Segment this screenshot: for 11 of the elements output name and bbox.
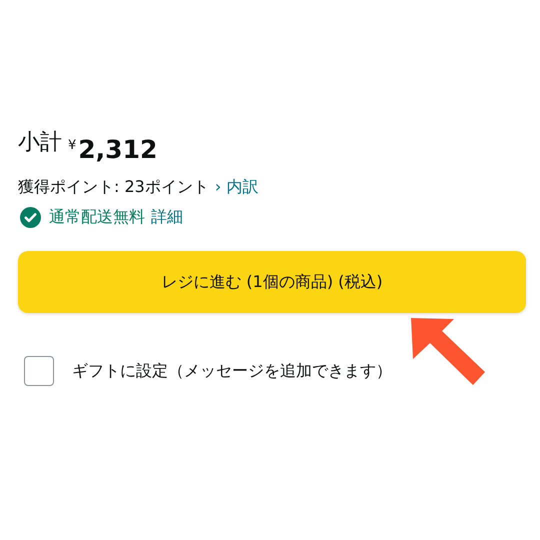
arrow-icon	[411, 318, 487, 386]
gift-label: ギフトに設定（メッセージを追加できます）	[72, 360, 392, 382]
free-shipping-text: 通常配送無料	[49, 206, 145, 228]
subtotal-label: 小計	[18, 129, 62, 157]
check-circle-icon	[20, 206, 41, 228]
details-link[interactable]: 詳細	[151, 205, 183, 229]
checkout-button[interactable]: レジに進む (1個の商品) (税込)	[18, 251, 526, 313]
gift-checkbox[interactable]	[24, 356, 54, 386]
subtotal-price: ¥2,312	[68, 134, 158, 166]
breakdown-link[interactable]: › 内訳	[214, 175, 258, 199]
points-text: 獲得ポイント: 23ポイント	[18, 176, 209, 198]
